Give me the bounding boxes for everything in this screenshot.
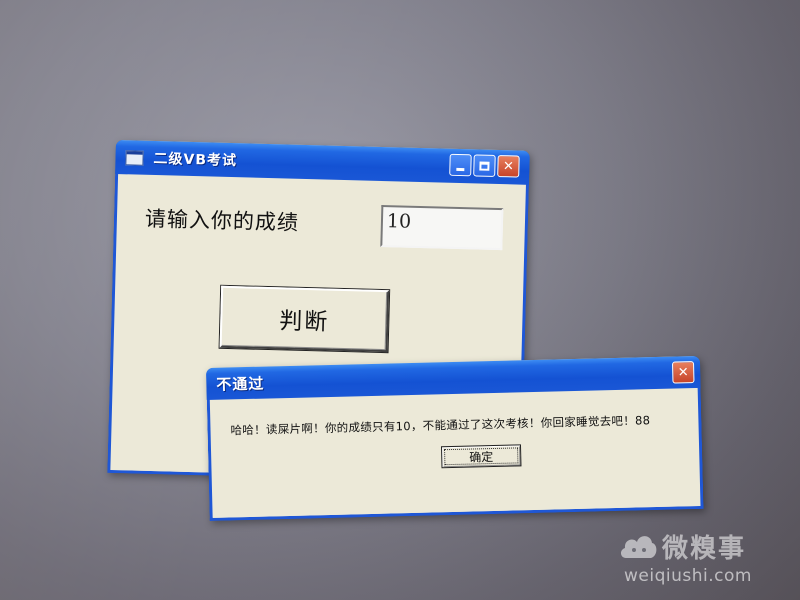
close-icon: ✕	[677, 364, 689, 380]
close-icon: ✕	[502, 158, 515, 174]
score-input[interactable]: 10	[380, 204, 504, 251]
minimize-icon	[456, 167, 465, 171]
watermark-name: 微糗事	[662, 534, 747, 564]
maximize-icon	[479, 161, 490, 171]
watermark-url: weiqiushi.com	[624, 566, 752, 586]
main-window-titlebar[interactable]: 二级VB考试 ✕	[115, 140, 530, 185]
score-prompt-label: 请输入你的成绩	[144, 206, 300, 235]
ok-button[interactable]: 确定	[440, 444, 522, 469]
message-text: 哈哈！读屎片啊！你的成绩只有10，不能通过了这次考核！你回家睡觉去吧！88	[230, 413, 651, 438]
cloud-logo-icon	[620, 536, 657, 558]
close-button[interactable]: ✕	[497, 154, 520, 178]
maximize-button[interactable]	[473, 154, 496, 177]
judge-button[interactable]: 判断	[219, 285, 390, 353]
minimize-button[interactable]	[449, 153, 472, 177]
watermark: 微糗事 weiqiushi.com	[618, 526, 794, 592]
message-box-close-button[interactable]: ✕	[671, 361, 695, 384]
window-controls: ✕	[449, 153, 520, 178]
main-window-title: 二级VB考试	[153, 150, 238, 170]
result-message-box: 不通过 ✕ 哈哈！读屎片啊！你的成绩只有10，不能通过了这次考核！你回家睡觉去吧…	[206, 355, 704, 521]
app-window-icon	[125, 149, 144, 166]
message-box-title: 不通过	[216, 374, 265, 394]
message-box-controls: ✕	[671, 361, 695, 384]
